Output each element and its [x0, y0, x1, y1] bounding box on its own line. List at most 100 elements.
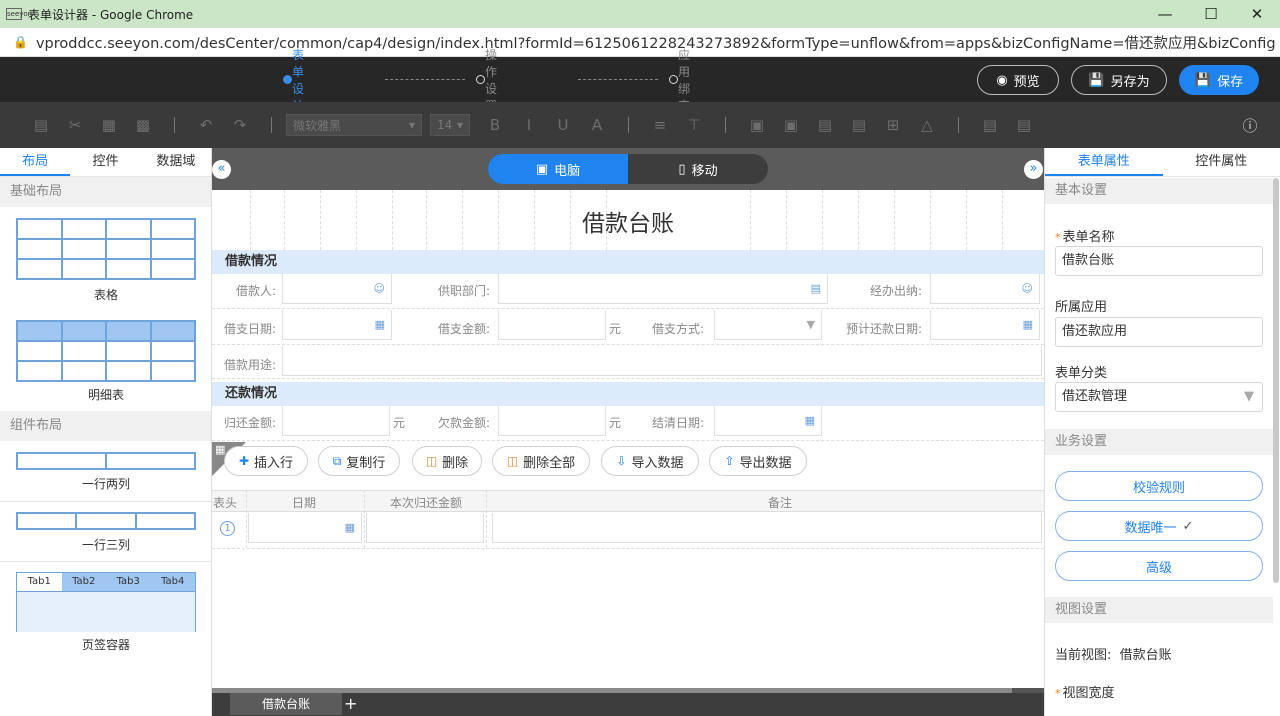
form-name-input[interactable]: 借款台账: [1055, 246, 1263, 276]
insert-row-icon[interactable]: ▤: [811, 113, 839, 137]
grid-toggle-icon[interactable]: ▤: [1010, 113, 1038, 137]
loan-purpose-label: 借款用途:: [223, 358, 276, 372]
layout-three-col-item[interactable]: 一行三列: [0, 502, 212, 560]
row-date-field[interactable]: ▦: [248, 513, 362, 543]
form-name-label: * 表单名称: [1055, 230, 1115, 245]
loan-purpose-field[interactable]: [282, 346, 1042, 376]
device-mobile-button[interactable]: ▯ 移动: [628, 154, 768, 184]
plus-icon: ✚: [238, 454, 250, 468]
step-operation-settings[interactable]: 操作设置: [476, 48, 497, 113]
import-data-button[interactable]: ⇩ 导入数据: [601, 446, 699, 476]
undo-icon[interactable]: ↶: [192, 113, 220, 137]
layout-detail-table-item[interactable]: 明细表: [0, 310, 212, 410]
add-sheet-icon[interactable]: +: [344, 693, 357, 715]
layout-table-item[interactable]: 表格: [0, 208, 212, 308]
font-size-value: 14: [437, 118, 453, 132]
tabs-container-preview: Tab1 Tab2 Tab3 Tab4: [16, 572, 196, 632]
split-cells-icon[interactable]: ▣: [777, 113, 805, 137]
sheet-tab[interactable]: 借款台账: [230, 693, 342, 715]
valign-icon[interactable]: ⊤: [680, 113, 708, 137]
tab-preview-label: Tab4: [150, 573, 195, 591]
tab-control-properties[interactable]: 控件属性: [1163, 148, 1280, 176]
save-as-icon: 💾: [1088, 72, 1105, 88]
address-bar[interactable]: 🔒 vproddcc.seeyon.com/desCenter/common/c…: [0, 28, 1280, 57]
font-family-select[interactable]: 微软雅黑 ▾: [286, 114, 422, 136]
italic-icon[interactable]: I: [515, 113, 543, 137]
redo-icon[interactable]: ↷: [226, 113, 254, 137]
step-divider: [385, 79, 465, 80]
department-field[interactable]: ▤: [498, 274, 828, 304]
delete-button[interactable]: ◫ 删除: [412, 446, 482, 476]
tab-data-domain[interactable]: 数据域: [141, 148, 211, 176]
cashier-field[interactable]: ☺: [930, 274, 1040, 304]
delete-all-button[interactable]: ◫ 删除全部: [492, 446, 590, 476]
detail-table-preview: [16, 320, 196, 382]
step-divider: [578, 79, 658, 80]
maximize-icon[interactable]: ☐: [1188, 0, 1234, 28]
category-label: 表单分类: [1055, 366, 1108, 381]
validation-rules-button[interactable]: 校验规则: [1055, 471, 1263, 501]
paste-icon[interactable]: ▦: [95, 113, 123, 137]
category-select[interactable]: 借还款管理 ▼: [1055, 382, 1263, 412]
lock-icon: 🔒: [13, 35, 28, 49]
settle-date-field[interactable]: ▦: [714, 406, 822, 436]
form-title[interactable]: 借款台账: [212, 204, 1044, 238]
current-view: 当前视图: 借款台账: [1055, 644, 1172, 663]
layout-two-col-item[interactable]: 一行两列: [0, 442, 212, 500]
borrower-field[interactable]: ☺: [282, 274, 392, 304]
step-form-design[interactable]: 表单设计: [283, 48, 304, 113]
returned-amount-field[interactable]: [282, 406, 390, 436]
url-text[interactable]: vproddcc.seeyon.com/desCenter/common/cap…: [36, 32, 1276, 53]
merge-cells-icon[interactable]: ▣: [743, 113, 771, 137]
repay-date-field[interactable]: ▦: [930, 310, 1040, 340]
loan-amount-field[interactable]: [498, 310, 606, 340]
returned-amount-label: 归还金额:: [223, 416, 276, 430]
save-as-button[interactable]: 💾 另存为: [1071, 65, 1167, 95]
device-pc-label: 电脑: [554, 163, 581, 179]
tab-form-properties[interactable]: 表单属性: [1045, 148, 1163, 176]
copy-row-button[interactable]: ⧉ 复制行: [318, 446, 400, 476]
close-icon[interactable]: ✕: [1234, 0, 1280, 28]
step-app-binding[interactable]: 应用绑定: [669, 48, 690, 113]
bold-icon[interactable]: B: [481, 113, 509, 137]
export-data-button[interactable]: ⇧ 导出数据: [709, 446, 807, 476]
loan-method-select[interactable]: ▼: [714, 310, 822, 340]
align-icon[interactable]: ≡: [646, 113, 674, 137]
advanced-button[interactable]: 高级: [1055, 551, 1263, 581]
underline-icon[interactable]: U: [549, 113, 577, 137]
font-size-select[interactable]: 14 ▾: [430, 114, 470, 136]
minimize-icon[interactable]: —: [1142, 0, 1188, 28]
copy-icon[interactable]: ▤: [27, 113, 55, 137]
tab-layout[interactable]: 布局: [0, 148, 71, 176]
save-button[interactable]: 💾 保存: [1179, 65, 1259, 95]
sheet-tabs-bar: 借款台账 +: [212, 688, 1044, 716]
section-repay-info[interactable]: 还款情况: [212, 382, 1044, 406]
right-panel-scrollbar[interactable]: [1273, 178, 1279, 583]
three-col-preview: [16, 512, 196, 530]
owed-amount-field[interactable]: [498, 406, 606, 436]
section-loan-info[interactable]: 借款情况: [212, 250, 1044, 274]
insert-row-button[interactable]: ✚ 插入行: [224, 446, 308, 476]
help-icon[interactable]: ⓘ: [1236, 113, 1264, 137]
layout-tabs-container-item[interactable]: Tab1 Tab2 Tab3 Tab4 页签容器: [0, 562, 212, 652]
cut-icon[interactable]: ✂: [61, 113, 89, 137]
row-return-amount-field[interactable]: [366, 513, 484, 543]
fill-color-icon[interactable]: △: [913, 113, 941, 137]
font-color-icon[interactable]: A: [583, 113, 611, 137]
collapse-left-icon[interactable]: «: [212, 160, 231, 179]
tab-controls[interactable]: 控件: [70, 148, 140, 176]
cashier-label: 经办出纳:: [869, 284, 922, 298]
device-pc-button[interactable]: ▣ 电脑: [488, 154, 628, 184]
table-row[interactable]: 1 ▦: [212, 513, 1044, 549]
collapse-right-icon[interactable]: »: [1024, 160, 1043, 179]
delete-row-icon[interactable]: ▤: [845, 113, 873, 137]
border-icon[interactable]: ⊞: [879, 113, 907, 137]
format-painter-icon[interactable]: ▩: [129, 113, 157, 137]
check-icon: ✓: [1182, 518, 1194, 534]
layout-icon[interactable]: ▤: [976, 113, 1004, 137]
preview-button[interactable]: ◉ 预览: [977, 65, 1059, 95]
loan-date-field[interactable]: ▦: [282, 310, 392, 340]
data-unique-button[interactable]: 数据唯一 ✓: [1055, 511, 1263, 541]
app-input[interactable]: 借还款应用: [1055, 317, 1263, 347]
row-note-field[interactable]: [492, 513, 1042, 543]
